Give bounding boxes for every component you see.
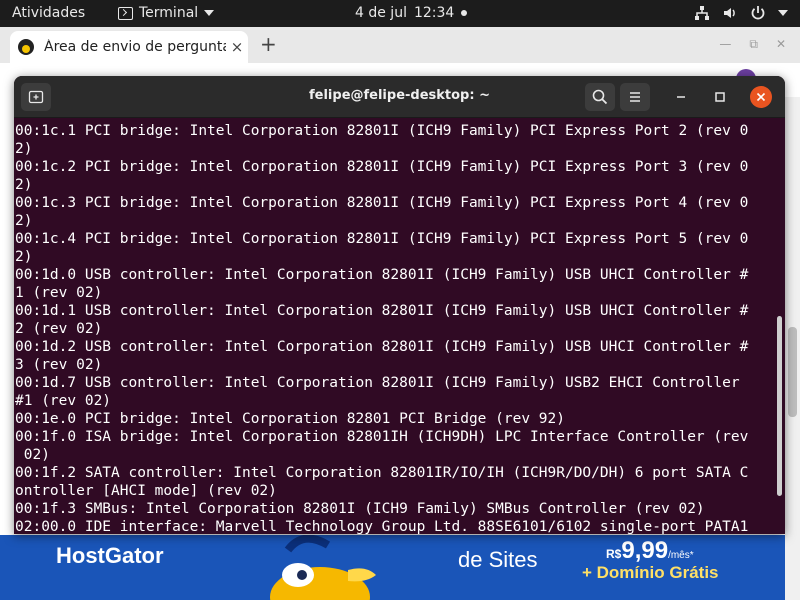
terminal-line: 00:1d.7 USB controller: Intel Corporatio… [15,375,740,391]
activities-button[interactable]: Atividades [12,5,85,21]
minimize-icon[interactable]: — [719,37,731,52]
clock[interactable]: 4 de jul 12:34 [355,5,468,21]
ad-price: R$9,99/mês* [606,537,694,565]
system-tray[interactable] [694,5,788,21]
tab-title: Área de envio de pergunta [44,39,226,55]
terminal-headerbar[interactable]: felipe@felipe-desktop: ~ [14,76,785,118]
app-menu[interactable]: Terminal [118,5,215,21]
terminal-line: 00:1e.0 PCI bridge: Intel Corporation 82… [15,411,565,427]
power-icon [751,6,765,20]
browser-tab[interactable]: Área de envio de pergunta × [10,31,248,63]
terminal-line: 00:1f.0 ISA bridge: Intel Corporation 82… [15,429,749,445]
clock-time: 12:34 [413,5,455,21]
search-button[interactable] [585,83,615,111]
terminal-icon [118,6,133,20]
app-menu-label: Terminal [139,5,199,21]
terminal-line: 2) [15,141,33,157]
menu-button[interactable] [620,83,650,111]
terminal-line: 00:1c.2 PCI bridge: Intel Corporation 82… [15,159,749,175]
terminal-line: 2) [15,213,33,229]
terminal-line: 2) [15,177,33,193]
gator-mascot-icon [270,535,376,600]
maximize-icon [715,92,725,102]
terminal-line: 1 (rev 02) [15,285,103,301]
minimize-icon [677,96,685,98]
close-window-icon[interactable]: ✕ [776,37,786,52]
terminal-line: 00:1c.1 PCI bridge: Intel Corporation 82… [15,123,749,139]
terminal-line: 3 (rev 02) [15,357,103,373]
close-icon [756,92,766,102]
ad-domain-offer: + Domínio Grátis [582,563,719,582]
browser-window-controls: — ⧉ ✕ [719,37,786,52]
terminal-line: 00:1f.3 SMBus: Intel Corporation 82801I … [15,501,705,517]
gnome-top-bar: Atividades Terminal 4 de jul 12:34 [0,0,800,27]
terminal-scrollbar[interactable] [777,316,782,496]
tux-icon [18,39,34,55]
ad-price-period: /mês* [668,550,694,561]
terminal-line: 02) [15,447,50,463]
terminal-line: 00:1d.1 USB controller: Intel Corporatio… [15,303,749,319]
ad-brand: HostGator [56,543,164,568]
notification-dot-icon [461,10,468,16]
terminal-output[interactable]: 00:1c.1 PCI bridge: Intel Corporation 82… [15,118,777,534]
ad-price-value: 9,99 [621,537,669,564]
ad-currency: R$ [606,547,622,561]
restore-icon[interactable]: ⧉ [749,37,758,52]
terminal-line: 00:1c.3 PCI bridge: Intel Corporation 82… [15,195,749,211]
new-tab-icon[interactable]: + [260,32,277,56]
terminal-line: 00:1d.0 USB controller: Intel Corporatio… [15,267,749,283]
close-icon[interactable]: × [226,38,248,56]
terminal-line: 02:00.0 IDE interface: Marvell Technolog… [15,519,749,534]
terminal-window[interactable]: felipe@felipe-desktop: ~ 00:1c.1 PCI bri… [14,76,785,534]
terminal-line: 00:1f.2 SATA controller: Intel Corporati… [15,465,749,481]
new-tab-icon [28,90,44,104]
search-icon [592,89,608,105]
terminal-line: 2 (rev 02) [15,321,103,337]
hostgator-ad-banner[interactable]: HostGator de Sites R$9,99/mês* + Domínio… [0,535,785,600]
clock-date: 4 de jul [355,5,407,21]
terminal-line: #1 (rev 02) [15,393,112,409]
network-icon [695,6,709,20]
terminal-line: ontroller [AHCI mode] (rev 02) [15,483,277,499]
terminal-line: 00:1d.2 USB controller: Intel Corporatio… [15,339,749,355]
page-vertical-scrollbar[interactable] [785,97,800,600]
volume-icon [724,8,735,18]
ad-sites-text: de Sites [458,547,538,572]
tab-strip: Área de envio de pergunta × + — ⧉ ✕ [0,27,800,63]
terminal-line: 00:1c.4 PCI bridge: Intel Corporation 82… [15,231,749,247]
terminal-line: 2) [15,249,33,265]
chevron-down-icon [204,10,215,16]
maximize-button[interactable] [709,86,731,108]
minimize-button[interactable] [670,86,692,108]
scrollbar-thumb[interactable] [788,327,797,417]
hamburger-menu-icon [630,92,640,102]
close-button[interactable] [750,86,772,108]
new-tab-button[interactable] [21,83,51,111]
chevron-down-icon [778,10,788,16]
